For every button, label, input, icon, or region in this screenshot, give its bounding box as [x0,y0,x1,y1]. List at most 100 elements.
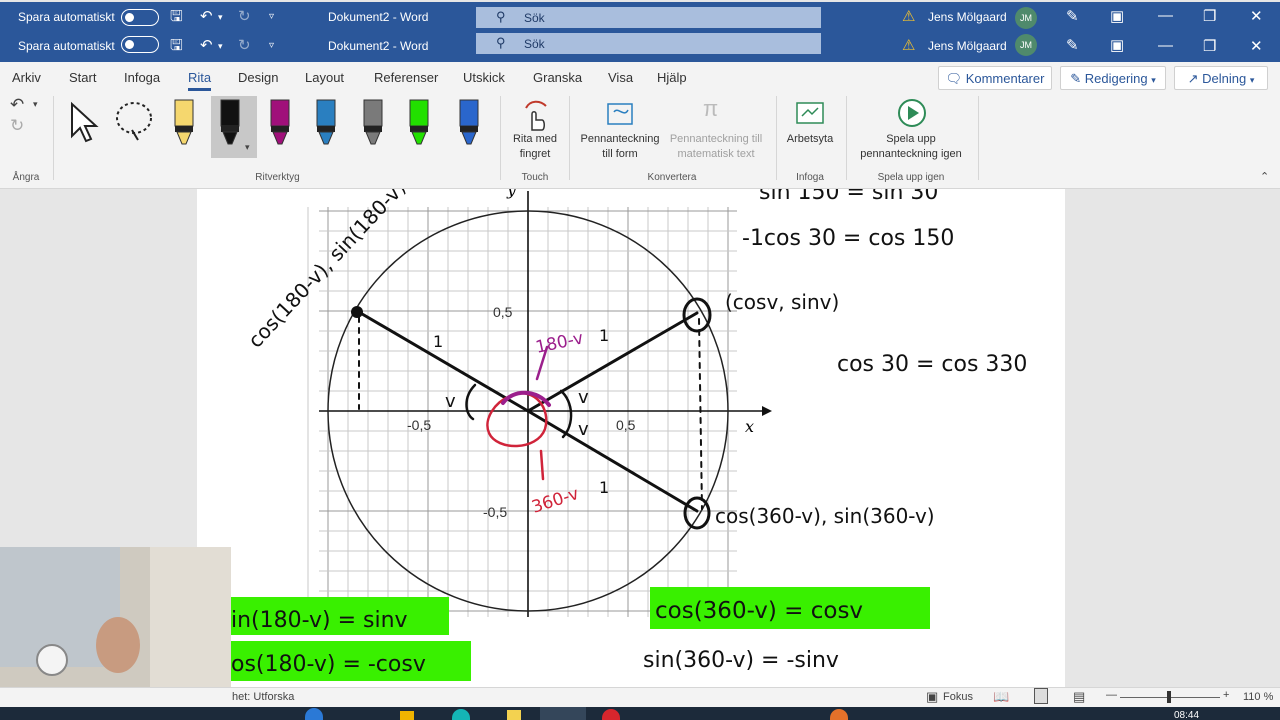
autosave-toggle[interactable] [121,9,159,26]
avatar[interactable]: JM [1015,7,1037,29]
pen-icon [270,99,290,145]
chevron-down-icon[interactable]: ▾ [218,8,223,26]
tab-start[interactable]: Start [69,70,96,85]
autosave-toggle[interactable] [121,36,159,53]
search-icon: ⚲ [496,35,506,50]
share-button[interactable]: ↗ Delning ▾ [1174,66,1268,90]
ink-to-shape-label[interactable]: Pennanteckning till form [576,132,664,162]
zoom-slider[interactable] [1120,691,1220,703]
zoom-slider-thumb[interactable] [1167,691,1171,703]
save-icon[interactable]: 🖫 [170,8,183,26]
restore-icon[interactable]: ❐ [1203,37,1216,55]
minimize-icon[interactable]: — [1158,7,1173,24]
taskbar-app-icon[interactable] [452,709,470,720]
ink-to-shape-icon[interactable] [604,98,638,130]
ribbon-display-icon[interactable]: ▣ [1110,8,1124,26]
taskbar-app-icon[interactable] [507,710,521,720]
replay-icon[interactable] [896,97,928,129]
editing-button[interactable]: ✎ Redigering ▾ [1060,66,1166,90]
redo-icon[interactable]: ↻ [10,116,24,136]
x-axis-label: x [745,417,754,436]
chevron-down-icon[interactable]: ▾ [218,37,223,55]
tab-utskick[interactable]: Utskick [463,70,505,85]
lasso-select-icon[interactable] [112,100,160,144]
redo-icon[interactable]: ↻ [238,8,251,26]
chevron-down-icon[interactable]: ▾ [245,142,250,153]
pen-tool[interactable] [165,96,201,152]
taskbar-app-icon[interactable] [830,709,848,720]
warning-icon[interactable]: ⚠ [902,37,915,55]
restore-icon[interactable]: ❐ [1203,7,1216,25]
customize-quick-access-icon[interactable]: ▿ [269,37,274,55]
tab-arkiv[interactable]: Arkiv [12,70,41,85]
print-layout-icon[interactable] [1034,688,1048,704]
label-one: 1 [599,478,609,497]
pen-tool[interactable] [400,96,436,152]
replay-label[interactable]: Spela upp pennanteckning igen [848,132,974,162]
customize-quick-access-icon[interactable]: ▿ [269,8,274,26]
ribbon-display-icon[interactable]: ▣ [1110,37,1124,55]
tab-referenser[interactable]: Referenser [374,70,438,85]
tab-layout[interactable]: Layout [305,70,344,85]
pen-tool[interactable] [354,96,390,152]
search-box[interactable]: ⚲ Sök [476,7,821,28]
tab-granska[interactable]: Granska [533,70,582,85]
focus-label[interactable]: Fokus [943,691,973,703]
tab-infoga[interactable]: Infoga [124,70,160,85]
status-bar: het: Utforska ▣ Fokus 📖 ▤ — + 110 % [0,687,1280,707]
save-icon[interactable]: 🖫 [170,37,183,55]
red-circle [486,392,548,448]
undo-icon[interactable]: ↶ [200,37,213,55]
canvas-label[interactable]: Arbetsyta [778,132,842,147]
divider [776,96,777,180]
undo-icon[interactable]: ↶ [10,95,24,115]
divider [846,96,847,180]
close-icon[interactable]: ✕ [1250,7,1263,25]
accessibility-status[interactable]: het: Utforska [232,691,294,703]
avatar[interactable]: JM [1015,34,1037,56]
pen-tool[interactable] [261,96,297,152]
search-placeholder: Sök [524,11,545,25]
web-layout-icon[interactable]: ▤ [1073,689,1085,705]
pen-tool[interactable] [307,96,343,152]
warning-icon[interactable]: ⚠ [902,8,915,26]
comments-button[interactable]: 🗨 Kommentarer [938,66,1052,90]
redo-icon[interactable]: ↻ [238,37,251,55]
select-arrow-icon[interactable] [68,100,100,144]
pen-tool[interactable] [450,96,486,152]
read-mode-icon[interactable]: 📖 [993,689,1009,705]
user-name[interactable]: Jens Mölgaard [928,10,1007,24]
taskbar-app-icon[interactable] [602,709,620,720]
pen-settings-icon[interactable]: ✎ [1066,37,1079,55]
zoom-level[interactable]: 110 % [1243,691,1273,703]
clock[interactable]: 08:44 [1174,710,1199,720]
minimize-icon[interactable]: — [1158,37,1173,54]
zoom-in-icon[interactable]: + [1223,689,1229,701]
dashed-drop-right [698,318,703,510]
chevron-down-icon[interactable]: ▾ [33,99,38,110]
taskbar-app-icon[interactable] [400,711,414,720]
search-icon: ⚲ [496,9,506,24]
close-icon[interactable]: ✕ [1250,37,1263,55]
tab-visa[interactable]: Visa [608,70,633,85]
collapse-ribbon-icon[interactable]: ⌃ [1260,170,1269,183]
zoom-out-icon[interactable]: — [1106,689,1117,701]
pen-tool[interactable]: ▾ [211,96,257,158]
document-page[interactable]: x y -0,5 0,5 0,5 -0,5 cos(180-v), sin(18… [197,189,1065,687]
draw-with-finger-label[interactable]: Rita med fingret [505,132,565,162]
search-box[interactable]: ⚲ Sök [476,33,821,54]
tab-design[interactable]: Design [238,70,278,85]
autosave-label: Spara automatiskt [18,39,115,53]
pen-settings-icon[interactable]: ✎ [1066,8,1079,26]
tab-hjalp[interactable]: Hjälp [657,70,687,85]
taskbar-app-icon[interactable] [540,707,586,720]
undo-icon[interactable]: ↶ [200,8,213,26]
touch-drawing-icon[interactable] [520,98,550,132]
drawing-canvas-icon[interactable] [794,98,826,128]
point-180 [351,306,363,318]
user-name[interactable]: Jens Mölgaard [928,39,1007,53]
taskbar-app-icon[interactable] [305,708,323,720]
line-to-180 [355,309,530,413]
focus-icon[interactable]: ▣ [926,689,938,705]
tab-rita[interactable]: Rita [188,70,212,91]
